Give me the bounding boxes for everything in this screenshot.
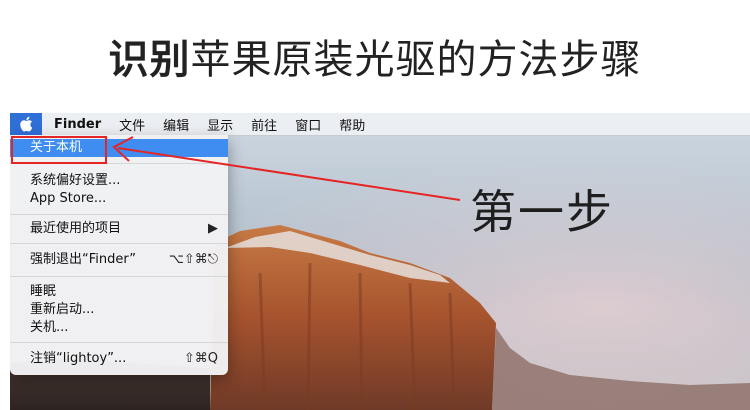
menu-file[interactable]: 文件	[110, 115, 154, 134]
menu-item-recent-items-label: 最近使用的项目	[30, 221, 122, 236]
menu-item-logout[interactable]: 注销“lightoy”... ⇧⌘Q	[10, 350, 228, 368]
menu-item-logout-shortcut: ⇧⌘Q	[183, 351, 218, 366]
menu-item-app-store[interactable]: App Store...	[10, 190, 228, 208]
menu-separator	[10, 342, 228, 343]
apple-dropdown-menu: 关于本机 系统偏好设置... App Store... 最近使用的项目 ▶ 强制…	[10, 135, 228, 375]
menu-separator	[10, 276, 228, 277]
headline-text: 苹果原装光驱的方法步骤	[190, 37, 642, 83]
menu-finder[interactable]: Finder	[42, 117, 110, 132]
menu-item-logout-label: 注销“lightoy”...	[30, 351, 127, 366]
menu-item-sleep-label: 睡眠	[30, 284, 57, 299]
step-label: 第一步	[470, 185, 614, 239]
headline-bold: 识别	[108, 37, 191, 83]
menu-item-shutdown-label: 关机...	[30, 320, 69, 335]
menu-go[interactable]: 前往	[242, 115, 286, 134]
menu-item-sleep[interactable]: 睡眠	[10, 283, 228, 301]
menu-item-recent-items[interactable]: 最近使用的项目 ▶	[10, 220, 228, 238]
headline: 识别 苹果原装光驱的方法步骤	[0, 0, 750, 112]
menu-item-app-store-label: App Store...	[30, 191, 107, 206]
menu-item-force-quit-label: 强制退出“Finder”	[30, 252, 136, 267]
menu-edit[interactable]: 编辑	[154, 115, 198, 134]
menu-item-restart[interactable]: 重新启动...	[10, 301, 228, 319]
menu-help[interactable]: 帮助	[330, 115, 374, 134]
menu-item-restart-label: 重新启动...	[30, 302, 95, 317]
menu-window[interactable]: 窗口	[286, 115, 330, 134]
apple-menu-button[interactable]	[10, 113, 42, 135]
menu-bar: Finder 文件 编辑 显示 前往 窗口 帮助	[10, 113, 750, 136]
menu-item-force-quit[interactable]: 强制退出“Finder” ⌥⇧⌘⎋	[10, 251, 228, 269]
menu-separator	[10, 243, 228, 244]
apple-logo-icon	[20, 116, 33, 132]
menu-item-force-quit-shortcut: ⌥⇧⌘⎋	[168, 252, 218, 267]
menu-item-system-preferences-label: 系统偏好设置...	[30, 173, 121, 188]
highlight-box	[11, 136, 107, 164]
menu-item-shutdown[interactable]: 关机...	[10, 319, 228, 337]
submenu-arrow-icon: ▶	[208, 221, 218, 236]
menu-view[interactable]: 显示	[198, 115, 242, 134]
desktop-screen: Finder 文件 编辑 显示 前往 窗口 帮助 关于本机 系统偏好设置... …	[10, 113, 750, 410]
menu-separator	[10, 214, 228, 215]
menu-item-system-preferences[interactable]: 系统偏好设置...	[10, 172, 228, 190]
